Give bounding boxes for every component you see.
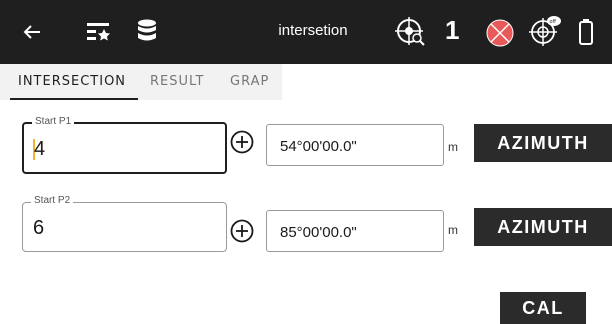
back-arrow-icon[interactable]	[20, 20, 44, 44]
list-star-icon[interactable]	[86, 20, 112, 44]
unit-label-1: m	[448, 140, 458, 154]
crosshair-off-icon[interactable]: off	[528, 14, 562, 48]
azimuth-button-1[interactable]: AZIMUTH	[474, 124, 612, 162]
azimuth-1-value: 54°00'00.0"	[280, 138, 357, 155]
start-p2-field[interactable]: Start P2 6	[22, 195, 227, 252]
azimuth-2-input[interactable]: 85°00'00.0"	[266, 210, 444, 252]
add-point-icon[interactable]	[230, 219, 254, 243]
calculate-button[interactable]: CAL	[500, 292, 586, 324]
red-target-icon[interactable]	[484, 17, 516, 49]
station-count: 1	[445, 15, 460, 45]
unit-label-2: m	[448, 223, 458, 237]
start-p2-label: Start P2	[31, 195, 74, 206]
database-icon[interactable]	[136, 18, 158, 44]
start-p1-value: 4	[34, 138, 46, 160]
tab-graph[interactable]: GRAP	[230, 74, 269, 89]
tab-result[interactable]: RESULT	[150, 74, 204, 89]
azimuth-button-2[interactable]: AZIMUTH	[474, 208, 612, 246]
azimuth-2-value: 85°00'00.0"	[280, 224, 357, 241]
target-search-icon[interactable]	[394, 16, 426, 48]
add-point-icon[interactable]	[230, 130, 254, 154]
battery-icon	[578, 18, 594, 46]
tab-bar: INTERSECTION RESULT GRAP	[0, 64, 612, 100]
start-p2-value: 6	[33, 217, 45, 239]
svg-text:off: off	[550, 19, 557, 25]
start-p1-label: Start P1	[32, 116, 75, 127]
app-bar: intersetion 1 off	[0, 0, 612, 64]
tab-intersection[interactable]: INTERSECTION	[18, 74, 126, 89]
start-p1-field[interactable]: Start P1 4	[22, 116, 227, 174]
page-title: intersetion	[278, 22, 348, 39]
azimuth-1-input[interactable]: 54°00'00.0"	[266, 124, 444, 166]
active-tab-indicator	[10, 98, 138, 100]
